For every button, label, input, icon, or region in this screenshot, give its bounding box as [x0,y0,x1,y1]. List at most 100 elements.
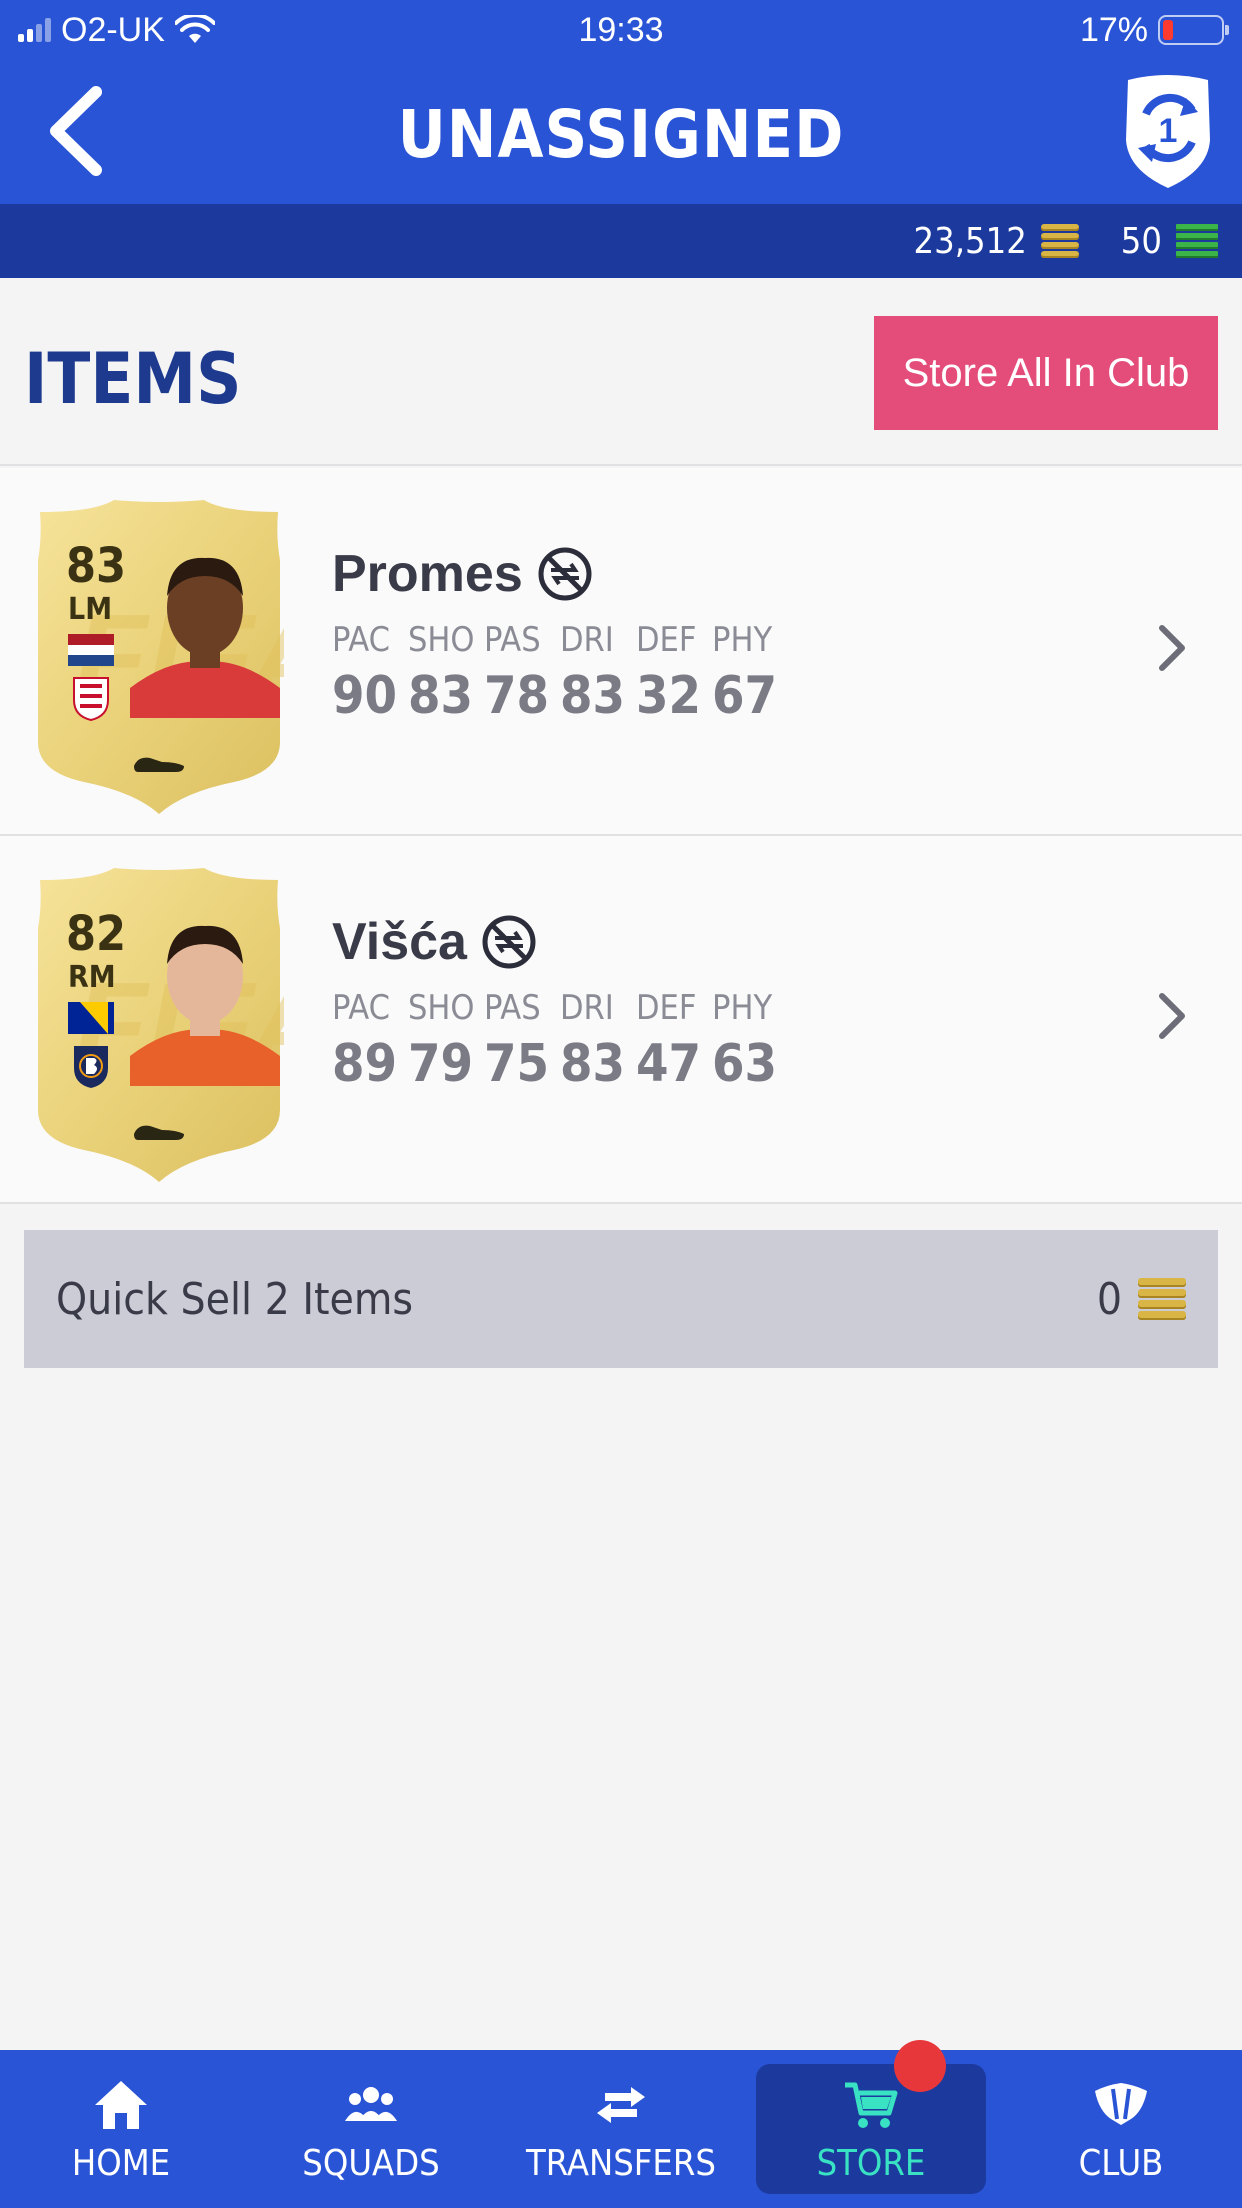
stat-value: 83 [560,666,626,726]
quick-sell-value: 0 [1096,1273,1122,1325]
chevron-right-icon [1159,993,1185,1039]
currency-bar: 23,512 50 [0,204,1242,278]
club-crest-icon [73,677,109,722]
transfers-icon [597,2086,645,2123]
quick-sell-value-group: 0 [1097,1274,1186,1325]
player-stats: PAC 89 SHO 79 PAS 75 DRI 83 DEF 47 PHY 63 [332,988,788,1094]
player-name-group: Višća [332,912,537,972]
points-icon [1176,224,1218,258]
stat-label: DEF [636,620,697,660]
player-row[interactable]: FIFA83LMPromesPAC90SHO83PAS78DRI83DEF32P… [0,468,1242,836]
coins-value: 23,512 [913,220,1027,262]
untradeable-icon [538,547,592,601]
player-portrait [130,557,280,718]
stat-label: PAC [332,620,390,660]
player-name-group: Promes [332,544,593,604]
nation-flag-icon [68,1002,114,1034]
tab-label-squads: SQUADS [302,2142,440,2184]
stat-label: PHY [712,988,773,1028]
player-card: FIFA83LM [34,498,284,816]
stat-value: 47 [636,1034,702,1094]
stat-value: 78 [484,666,550,726]
stat-phy: PHY 67 [712,620,788,726]
player-card: FIFA82RM [34,866,284,1184]
player-stats: PAC 90 SHO 83 PAS 78 DRI 83 DEF 32 PHY 67 [332,620,788,726]
stat-sho: SHO 83 [408,620,484,726]
objectives-badge-icon: 1 [1126,75,1210,188]
stat-value: 89 [332,1034,398,1094]
stat-label: DRI [560,620,614,660]
stat-sho: SHO 79 [408,988,484,1094]
stat-label: DEF [636,988,697,1028]
stat-label: PAS [484,988,541,1028]
tab-transfers[interactable]: TRANSFERS [500,2050,742,2208]
bottom-tab-bar: HOME SQUADS TRANSFERS STORE CLUB [0,2040,1242,2208]
squads-icon [345,2086,397,2121]
badge-number: 1 [1159,112,1178,150]
player-rating: 83 [66,538,127,594]
stat-label: PHY [712,620,773,660]
tab-label-home: HOME [71,2142,171,2184]
player-row[interactable]: FIFA82RM Višća PAC 89SHO 79PAS 75DRI 83DEF 47PH… [0,836,1242,1204]
home-icon [95,2080,147,2129]
stat-value: 32 [636,666,702,726]
boot-icon [134,1125,184,1140]
status-right: 17% [1079,10,1229,50]
notification-dot [894,2040,946,2092]
quick-sell-label: Quick Sell 2 Items [56,1273,414,1325]
stat-def: DEF 32 [636,620,712,726]
stat-value: 67 [712,666,778,726]
stat-pas: PAS 75 [484,988,560,1094]
stat-label: SHO [408,988,475,1028]
stat-value: 75 [484,1034,550,1094]
status-bar: O2-UK 19:33 17% [0,0,1242,60]
player-rating: 82 [66,906,127,962]
status-left: O2-UK [18,11,215,50]
battery-icon [1158,15,1229,45]
player-portrait [130,925,280,1086]
stat-value: 63 [712,1034,778,1094]
stat-label: PAC [332,988,390,1028]
tab-home[interactable]: HOME [0,2050,242,2208]
chevron-right-icon [1159,625,1185,671]
stat-dri: DRI 83 [560,620,636,726]
stat-phy: PHY 63 [712,988,788,1094]
club-crest-icon [74,1046,108,1088]
stat-value: 83 [560,1034,626,1094]
page-title: UNASSIGNED [397,96,845,173]
tab-club[interactable]: CLUB [1000,2050,1242,2208]
club-icon [1095,2082,1147,2125]
stat-dri: DRI 83 [560,988,636,1094]
carrier-label: O2-UK [61,10,165,49]
stat-pas: PAS 78 [484,620,560,726]
wifi-icon [174,15,215,43]
stat-pac: PAC 90 [332,620,408,726]
stat-pac: PAC 89 [332,988,408,1094]
player-name: Promes [332,545,523,603]
stat-def: DEF 47 [636,988,712,1094]
stat-label: DRI [560,988,614,1028]
untradeable-icon [482,915,536,969]
player-position: LM [68,592,113,627]
player-position: RM [68,960,116,995]
player-name: Višća [332,913,467,971]
signal-icon [18,18,51,42]
stat-label: PAS [484,620,541,660]
items-title: ITEMS [24,338,242,420]
store-all-in-club-button[interactable]: Store All In Club [874,316,1218,430]
stat-label: SHO [408,620,475,660]
battery-percent: 17% [1079,10,1148,49]
quick-sell-button[interactable]: Quick Sell 2 Items 0 [24,1230,1218,1368]
tab-label-store: STORE [816,2142,926,2184]
store-cart-icon [845,2082,898,2128]
tab-squads[interactable]: SQUADS [250,2050,492,2208]
coins-icon [1138,1278,1186,1320]
stat-value: 79 [408,1034,474,1094]
nation-flag-icon [68,634,114,666]
points-value: 50 [1120,220,1162,262]
objectives-button[interactable]: 1 [1118,70,1218,190]
tab-label-transfers: TRANSFERS [526,2142,716,2184]
stat-value: 90 [332,666,398,726]
tab-store[interactable]: STORE [750,2040,992,2208]
items-section-header: ITEMS Store All In Club [0,278,1242,466]
